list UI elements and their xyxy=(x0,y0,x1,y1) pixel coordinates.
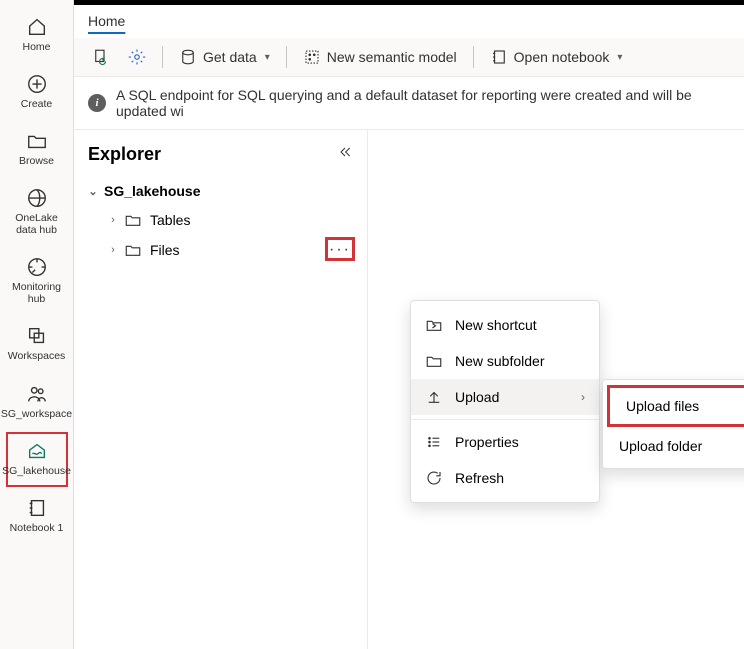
explorer-panel: Explorer ⌄ SG_lakehouse › Tables xyxy=(74,130,368,649)
info-message: A SQL endpoint for SQL querying and a de… xyxy=(116,87,730,119)
tree-root[interactable]: ⌄ SG_lakehouse xyxy=(80,177,361,205)
ctx-new-subfolder[interactable]: New subfolder xyxy=(411,343,599,379)
settings-button[interactable] xyxy=(124,46,150,68)
nav-home-label: Home xyxy=(22,41,50,53)
context-menu: New shortcut New subfolder Upload › Prop… xyxy=(410,300,600,503)
nav-notebook[interactable]: Notebook 1 xyxy=(6,489,68,544)
toolbar-divider xyxy=(473,46,474,68)
nav-monitoring[interactable]: Monitoring hub xyxy=(6,248,68,315)
semantic-model-button[interactable]: New semantic model xyxy=(299,46,461,68)
submenu-upload-folder[interactable]: Upload folder xyxy=(603,428,744,464)
chevron-right-icon: › xyxy=(581,390,585,404)
nav-browse[interactable]: Browse xyxy=(6,122,68,177)
explorer-tree: ⌄ SG_lakehouse › Tables › Files ··· xyxy=(74,177,367,265)
refresh-icon xyxy=(425,469,443,487)
page-refresh-icon xyxy=(92,48,110,66)
home-icon xyxy=(26,16,48,38)
explorer-title: Explorer xyxy=(88,144,161,165)
tree-root-label: SG_lakehouse xyxy=(104,183,201,199)
chevron-down-icon: ▾ xyxy=(617,52,622,63)
submenu-upload-files-label: Upload files xyxy=(626,398,699,414)
nav-sglakehouse-label: SG_lakehouse xyxy=(2,465,71,477)
main-area: Home Get data ▾ New semantic model xyxy=(74,0,744,649)
model-icon xyxy=(303,48,321,66)
collapse-explorer-button[interactable] xyxy=(337,144,353,165)
nav-sglakehouse[interactable]: SG_lakehouse xyxy=(6,432,68,487)
nav-onelake-label: OneLake data hub xyxy=(10,212,64,236)
folder-icon xyxy=(26,130,48,152)
toolbar-divider xyxy=(286,46,287,68)
highlight-box xyxy=(325,237,355,261)
ctx-upload[interactable]: Upload › xyxy=(411,379,599,415)
refresh-page-button[interactable] xyxy=(88,46,114,68)
notebook-icon xyxy=(26,497,48,519)
plus-circle-icon xyxy=(26,73,48,95)
nav-monitoring-label: Monitoring hub xyxy=(10,281,64,305)
nav-workspaces[interactable]: Workspaces xyxy=(6,317,68,372)
properties-icon xyxy=(425,433,443,451)
nav-onelake[interactable]: OneLake data hub xyxy=(6,179,68,246)
nav-workspaces-label: Workspaces xyxy=(8,350,66,362)
ctx-properties[interactable]: Properties xyxy=(411,424,599,460)
ctx-new-subfolder-label: New subfolder xyxy=(455,353,545,369)
semantic-model-label: New semantic model xyxy=(327,49,457,65)
breadcrumb: Home xyxy=(74,5,744,38)
chevron-down-icon: ▾ xyxy=(265,52,270,63)
chevron-double-left-icon xyxy=(337,144,353,160)
database-icon xyxy=(179,48,197,66)
get-data-button[interactable]: Get data ▾ xyxy=(175,46,274,68)
nav-create[interactable]: Create xyxy=(6,65,68,120)
menu-separator xyxy=(411,419,599,420)
chevron-right-icon: › xyxy=(106,244,120,256)
chevron-right-icon: › xyxy=(106,214,120,226)
open-notebook-button[interactable]: Open notebook ▾ xyxy=(486,46,627,68)
nav-create-label: Create xyxy=(21,98,53,110)
nav-home[interactable]: Home xyxy=(6,8,68,63)
ctx-new-shortcut-label: New shortcut xyxy=(455,317,537,333)
get-data-label: Get data xyxy=(203,49,257,65)
toolbar: Get data ▾ New semantic model Open noteb… xyxy=(74,38,744,77)
folder-icon xyxy=(124,241,142,259)
gear-icon xyxy=(128,48,146,66)
left-nav: Home Create Browse OneLake data hub Moni… xyxy=(0,0,74,649)
folder-icon xyxy=(124,211,142,229)
nav-sgworkspace[interactable]: SG_workspace xyxy=(6,375,68,430)
monitoring-icon xyxy=(26,256,48,278)
ctx-upload-label: Upload xyxy=(455,389,499,405)
ctx-refresh[interactable]: Refresh xyxy=(411,460,599,496)
tree-files[interactable]: › Files ··· xyxy=(80,235,361,265)
submenu-upload-files[interactable]: Upload files xyxy=(607,385,744,427)
globe-arrow-icon xyxy=(26,187,48,209)
submenu-upload-folder-label: Upload folder xyxy=(619,438,702,454)
tree-tables-label: Tables xyxy=(150,212,190,228)
notebook-small-icon xyxy=(490,48,508,66)
chevron-down-icon: ⌄ xyxy=(86,185,100,198)
upload-submenu: Upload files Upload folder xyxy=(602,379,744,469)
ctx-properties-label: Properties xyxy=(455,434,519,450)
ctx-refresh-label: Refresh xyxy=(455,470,504,486)
tree-files-label: Files xyxy=(150,242,180,258)
breadcrumb-home[interactable]: Home xyxy=(88,13,125,33)
info-icon: i xyxy=(88,94,106,112)
toolbar-divider xyxy=(162,46,163,68)
shortcut-icon xyxy=(425,316,443,334)
ctx-new-shortcut[interactable]: New shortcut xyxy=(411,307,599,343)
info-bar: i A SQL endpoint for SQL querying and a … xyxy=(74,77,744,130)
upload-icon xyxy=(425,388,443,406)
nav-notebook-label: Notebook 1 xyxy=(10,522,64,534)
folder-icon xyxy=(425,352,443,370)
people-icon xyxy=(26,383,48,405)
nav-browse-label: Browse xyxy=(19,155,54,167)
tree-tables[interactable]: › Tables xyxy=(80,205,361,235)
open-notebook-label: Open notebook xyxy=(514,49,610,65)
lakehouse-icon xyxy=(26,440,48,462)
nav-sgworkspace-label: SG_workspace xyxy=(1,408,72,420)
workspaces-icon xyxy=(26,325,48,347)
